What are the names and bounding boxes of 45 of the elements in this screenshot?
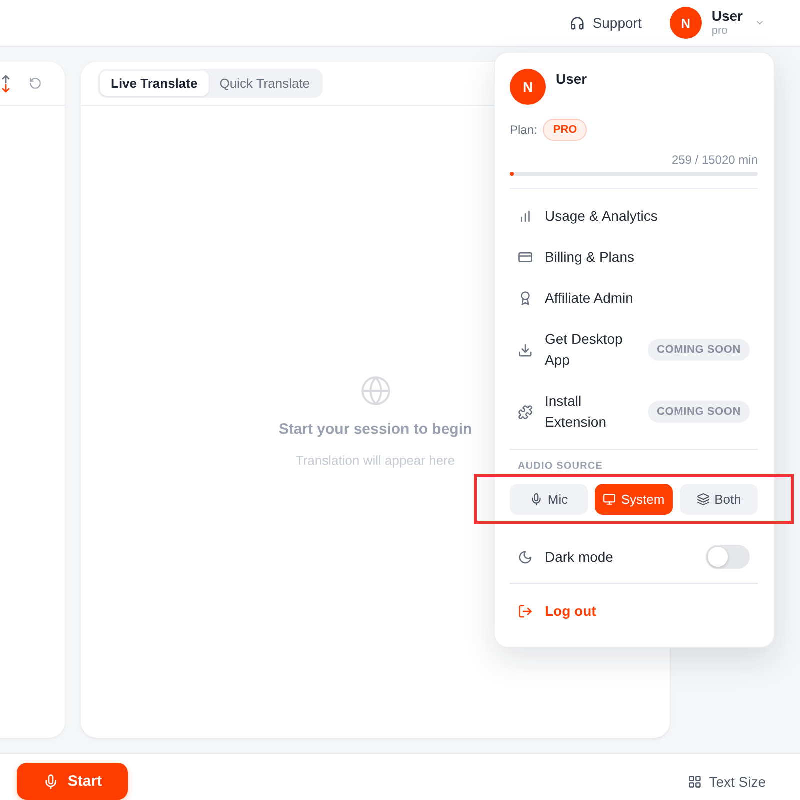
avatar: N [510,69,546,105]
tab[interactable]: Quick Translate [208,71,322,96]
menu-item[interactable]: Get Desktop App [518,319,636,381]
globe-icon [360,375,392,407]
section-label: AUDIO SOURCE [517,461,604,473]
audio-source-option[interactable]: Mic [510,484,588,515]
menu-item[interactable]: Billing & Plans [518,237,750,278]
start-button[interactable]: Start [17,763,128,800]
empty-state-subtitle: Translation will appear here [296,453,456,469]
user-name: User [556,71,588,88]
coming-soon-badge: COMING SOON [648,339,750,361]
coming-soon-badge: COMING SOON [648,401,750,423]
audio-source-option[interactable]: Both [680,484,758,515]
swap-arrows-icon[interactable] [1,74,11,92]
support-button[interactable]: Support [570,13,642,33]
dark-mode-label: Dark mode [545,549,614,565]
refresh-icon[interactable] [29,77,42,90]
award-ribbon-icon [518,291,533,306]
logout-button[interactable]: Log out [510,591,604,631]
microphone-icon [42,774,59,790]
text-size-button[interactable]: Text Size [688,773,766,791]
empty-state-title: Start your session to begin [278,421,472,439]
puzzle-piece-icon [518,404,533,420]
logout-icon [518,604,533,618]
avatar[interactable]: N [670,7,702,39]
user-plan: pro [712,25,729,38]
user-name: User [712,8,743,25]
audio-source-option[interactable]: System [595,484,673,515]
tab[interactable]: Live Translate [100,71,209,96]
menu-item[interactable]: Usage & Analytics [518,196,750,237]
menu-item[interactable]: Affiliate Admin [518,278,750,319]
moon-icon [518,550,533,564]
download-icon [518,342,533,358]
plan-badge: PRO [543,119,588,141]
layers-icon [696,493,710,506]
credit-card-icon [518,250,533,265]
dark-mode-toggle[interactable] [706,545,750,569]
grid-icon [688,775,702,789]
menu-item[interactable]: Install Extension [518,381,636,443]
bar-chart-icon [518,209,533,224]
plan-label: Plan: [510,123,538,137]
headphones-icon [570,16,585,30]
monitor-icon [603,493,616,506]
usage-text: 259 / 15020 min [672,153,758,167]
microphone-icon [530,493,543,506]
